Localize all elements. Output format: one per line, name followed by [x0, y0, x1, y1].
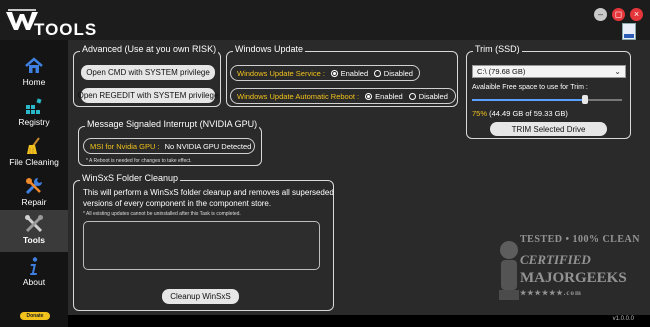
open-cmd-button[interactable]: Open CMD with SYSTEM privilege: [81, 65, 215, 80]
registry-icon: [26, 98, 42, 114]
sidebar-item-label: About: [22, 277, 46, 287]
windows-update-service-row: Windows Update Service : Enabled Disable…: [230, 65, 420, 81]
msi-group: Message Signaled Interrupt (NVIDIA GPU) …: [78, 119, 262, 166]
drive-select-value: C:\ (79.68 GB): [477, 67, 526, 76]
broom-icon: [27, 137, 40, 154]
sidebar-item-label: Registry: [18, 117, 50, 127]
msi-note: * A Reboot is needed for changes to take…: [86, 158, 192, 164]
reboot-enabled-radio[interactable]: [365, 92, 373, 100]
sidebar: Home Registry File Cleaning Repair Tools…: [0, 40, 68, 327]
trim-size: (44.49 GB of 59.33 GB): [489, 109, 568, 118]
file-icon[interactable]: [622, 23, 636, 40]
windows-update-reboot-row: Windows Update Automatic Reboot : Enable…: [230, 88, 456, 104]
msi-title: Message Signaled Interrupt (NVIDIA GPU): [85, 119, 260, 129]
trim-slider-fill: [472, 99, 585, 101]
close-icon: ×: [633, 9, 640, 19]
windows-update-title: Windows Update: [233, 44, 306, 54]
home-icon: [25, 57, 43, 73]
trim-percent: 75%: [472, 109, 488, 118]
watermark-line3: MAJORGEEKS: [520, 270, 627, 286]
sidebar-item-repair[interactable]: Repair: [0, 172, 68, 214]
trim-drive-button[interactable]: TRIM Selected Drive: [490, 122, 607, 136]
sidebar-item-file-cleaning[interactable]: File Cleaning: [0, 132, 68, 174]
watermark-line4: ★★★★★★.com: [520, 289, 582, 297]
trim-slider-thumb[interactable]: [581, 95, 588, 104]
msi-value: No NVIDIA GPU Detected: [164, 141, 252, 151]
open-regedit-button[interactable]: Open REGEDIT with SYSTEM privilege: [78, 88, 218, 103]
msi-label: MSI for Nvidia GPU :: [90, 141, 160, 151]
msi-row: MSI for Nvidia GPU : No NVIDIA GPU Detec…: [83, 138, 255, 154]
trim-title: Trim (SSD): [473, 44, 522, 54]
close-button[interactable]: ×: [630, 8, 643, 21]
winsxs-description-line1: This will perform a WinSxS folder cleanu…: [83, 188, 334, 197]
winsxs-group: WinSxS Folder Cleanup This will perform …: [73, 173, 334, 311]
sidebar-item-label: File Cleaning: [9, 157, 59, 167]
windows-update-group: Windows Update Windows Update Service : …: [226, 44, 458, 107]
sidebar-item-label: Repair: [21, 197, 47, 207]
sidebar-item-label: Home: [22, 77, 46, 87]
drive-select[interactable]: C:\ (79.68 GB) ⌄: [472, 65, 626, 78]
service-enabled-radio[interactable]: [330, 69, 338, 77]
title-bar: TOOLS – ◻ ×: [0, 0, 650, 40]
mascot-icon: [499, 241, 519, 300]
service-disabled-label: Disabled: [383, 68, 413, 78]
windows-update-reboot-label: Windows Update Automatic Reboot :: [237, 91, 360, 101]
trim-slider-label: Avalaible Free space to use for Trim :: [472, 84, 588, 91]
trim-size-readout: 75% (44.49 GB of 59.33 GB): [472, 108, 568, 119]
advanced-title: Advanced (Use at you own RISK): [80, 44, 219, 54]
chevron-down-icon: ⌄: [614, 67, 621, 76]
advanced-group: Advanced (Use at you own RISK) Open CMD …: [73, 44, 221, 107]
watermark-line1: TESTED • 100% CLEAN: [520, 234, 640, 245]
majorgeeks-watermark: TESTED • 100% CLEAN CERTIFIED MAJORGEEKS…: [496, 232, 646, 312]
donate-button[interactable]: Donate: [20, 312, 50, 320]
sidebar-item-registry[interactable]: Registry: [0, 92, 68, 134]
minimize-icon: –: [597, 9, 603, 19]
winsxs-note: * All existing updates cannot be uninsta…: [83, 211, 241, 217]
info-icon: [30, 257, 38, 275]
winsxs-description-line2: versions of every component in the compo…: [83, 199, 272, 208]
reboot-disabled-radio[interactable]: [408, 92, 416, 100]
service-disabled-radio[interactable]: [374, 69, 381, 77]
watermark-line2: CERTIFIED: [520, 252, 591, 267]
sidebar-item-home[interactable]: Home: [0, 52, 68, 94]
wrench-icon: [25, 178, 42, 195]
reboot-disabled-label: Disabled: [418, 91, 448, 101]
minimize-button[interactable]: –: [594, 8, 607, 21]
winsxs-log-area[interactable]: [83, 221, 320, 270]
service-enabled-label: Enabled: [340, 68, 369, 78]
tools-icon: [25, 215, 43, 233]
trim-group: Trim (SSD) C:\ (79.68 GB) ⌄ Avalaible Fr…: [466, 44, 631, 139]
version-label: v1.0.0.0: [612, 316, 634, 322]
maximize-icon: ◻: [614, 9, 623, 19]
windows-update-service-label: Windows Update Service :: [237, 68, 325, 78]
sidebar-item-about[interactable]: About: [0, 252, 68, 294]
sidebar-item-tools[interactable]: Tools: [0, 210, 68, 252]
app-logo-text: TOOLS: [34, 20, 98, 39]
cleanup-winsxs-button[interactable]: Cleanup WinSxS: [162, 289, 239, 304]
winsxs-title: WinSxS Folder Cleanup: [80, 173, 181, 183]
maximize-button[interactable]: ◻: [612, 8, 625, 21]
sidebar-item-label: Tools: [22, 235, 46, 245]
reboot-enabled-label: Enabled: [375, 91, 403, 101]
